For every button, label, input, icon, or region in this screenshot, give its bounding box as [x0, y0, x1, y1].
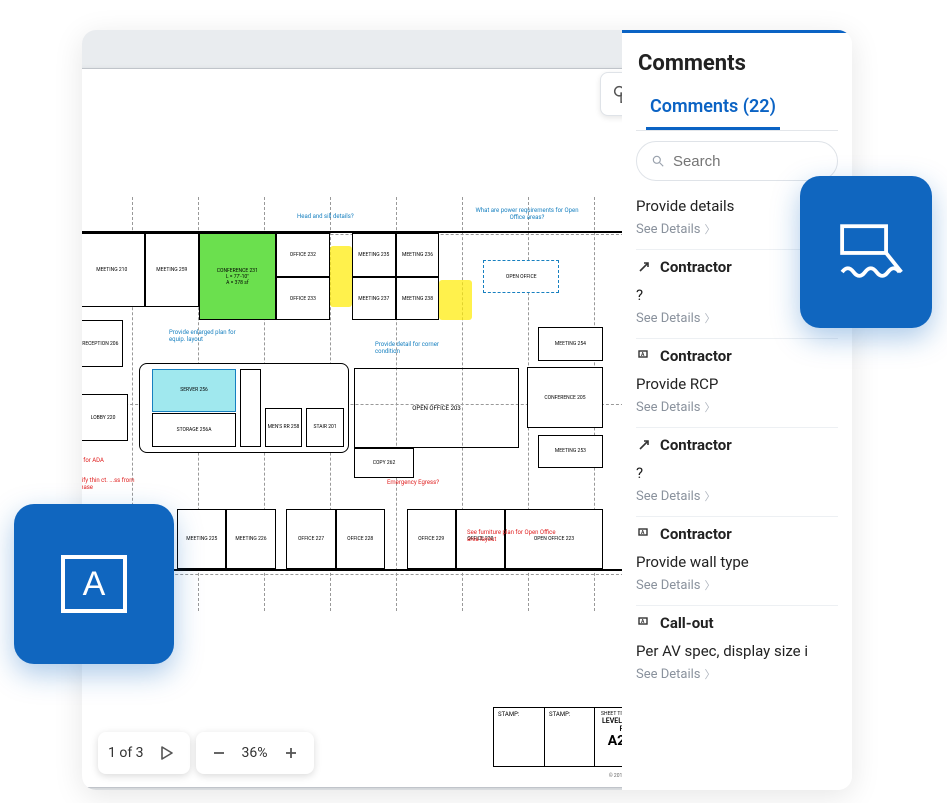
- room-label: CONFERENCE 231: [217, 268, 258, 274]
- chevron-right-icon: 〉: [705, 577, 716, 593]
- room-office-232: OFFICE 232: [276, 233, 331, 277]
- search-icon: [651, 153, 665, 169]
- markup-icon: [823, 209, 909, 295]
- comment-message: Provide RCP: [636, 365, 838, 393]
- room-meeting-259: MEETING 259: [145, 233, 200, 307]
- room-office-227: OFFICE 227: [286, 509, 335, 569]
- room-meeting-253: MEETING 253: [538, 435, 604, 469]
- text-tool-tile[interactable]: A: [14, 504, 174, 664]
- svg-text:A: A: [83, 565, 106, 603]
- room-open-office-203: OPEN OFFICE 203: [354, 368, 519, 448]
- zoom-in-button[interactable]: [278, 740, 304, 766]
- annotation-equip: Provide enlarged plan for equip. layout: [169, 329, 239, 343]
- zoom-level: 36%: [242, 745, 268, 761]
- room-meeting-226: MEETING 226: [226, 509, 275, 569]
- callout-icon: A: [636, 348, 652, 364]
- room-open-office-cloud: OPEN OFFICE: [483, 260, 559, 294]
- group-label: Call-out: [660, 614, 714, 632]
- drawing-sheet: MEETING 210 MEETING 259 CONFERENCE 231 L…: [82, 68, 682, 788]
- annotation-power: What are power requirements for Open Off…: [467, 207, 587, 221]
- see-details-link[interactable]: See Details〉: [636, 660, 838, 694]
- titleblock-stamp: STAMP:: [544, 708, 594, 766]
- see-details-link[interactable]: See Details〉: [636, 482, 838, 516]
- comment-group-header[interactable]: Contractor: [636, 428, 838, 454]
- room-conference-205: CONFERENCE 205: [527, 367, 603, 427]
- room-copy: COPY 262: [354, 448, 414, 478]
- drawing-viewer[interactable]: MEETING 210 MEETING 259 CONFERENCE 231 L…: [82, 30, 622, 790]
- play-icon: [160, 746, 174, 760]
- room-meeting-238: MEETING 238: [396, 277, 440, 321]
- room-office-229: OFFICE 229: [407, 509, 456, 569]
- room-storage: STORAGE 256A: [152, 413, 235, 446]
- room-office-228: OFFICE 228: [336, 509, 385, 569]
- tab-comments[interactable]: Comments (22): [646, 90, 780, 130]
- group-label: Contractor: [660, 436, 732, 454]
- room-meeting-210: MEETING 210: [82, 233, 145, 307]
- annotation-ada: ... for ADA: [82, 457, 104, 464]
- room-stair: STAIR 201: [306, 408, 343, 447]
- room-reception: RECEPTION 206: [82, 320, 123, 367]
- see-details-link[interactable]: See Details〉: [636, 393, 838, 427]
- app-card: MEETING 210 MEETING 259 CONFERENCE 231 L…: [82, 30, 852, 790]
- plus-icon: [284, 746, 298, 760]
- room-mens-rr: MEN'S RR 258: [265, 408, 302, 447]
- group-label: Contractor: [660, 258, 732, 276]
- markup-tool-tile[interactable]: [800, 176, 932, 328]
- chevron-right-icon: 〉: [705, 399, 716, 415]
- room-lobby: LOBBY 220: [82, 394, 128, 441]
- next-page-button[interactable]: [154, 740, 180, 766]
- annotation-chase: ...ify thin ct. ...ss from chase: [82, 477, 137, 491]
- room-meeting-236: MEETING 236: [396, 233, 440, 277]
- room-office-233: OFFICE 233: [276, 277, 331, 321]
- arrow-icon: [636, 259, 652, 275]
- comments-tabbar: Comments (22): [636, 90, 838, 131]
- chevron-right-icon: 〉: [705, 488, 716, 504]
- search-input[interactable]: [673, 153, 823, 170]
- highlight-markup: [439, 280, 472, 320]
- room-meeting-225: MEETING 225: [177, 509, 226, 569]
- room-conference-231: CONFERENCE 231 L = 77'-10" A = 378 sf: [199, 233, 275, 320]
- page-nav-pill: 1 of 3: [98, 732, 190, 774]
- room-area: A = 378 sf: [217, 280, 258, 286]
- annotation-furniture: See furniture plan for Open Office area …: [467, 529, 557, 543]
- room-server: SERVER 256: [152, 369, 235, 411]
- comments-panel: Comments Comments (22) Provide details S…: [622, 30, 852, 790]
- group-label: Contractor: [660, 347, 732, 365]
- zoom-out-button[interactable]: [206, 740, 232, 766]
- see-details-link[interactable]: See Details〉: [636, 571, 838, 605]
- comments-title: Comments: [638, 51, 838, 76]
- minus-icon: [212, 746, 226, 760]
- annotation-egress: Emergency Egress?: [387, 479, 439, 486]
- annotation-corner: Provide detail for corner condition: [375, 341, 445, 355]
- room-corridor: [240, 369, 261, 446]
- comment-group-header[interactable]: A Contractor: [636, 339, 838, 365]
- comment-group-header[interactable]: A Contractor: [636, 517, 838, 543]
- callout-icon: A: [636, 615, 652, 631]
- chevron-right-icon: 〉: [705, 221, 716, 237]
- comment-message: Per AV spec, display size i: [636, 632, 838, 660]
- arrow-icon: [636, 437, 652, 453]
- building-core: SERVER 256 STORAGE 256A MEN'S RR 258 STA…: [139, 363, 349, 453]
- page-indicator: 1 of 3: [108, 745, 144, 761]
- group-label: Contractor: [660, 525, 732, 543]
- page-toolbar: 1 of 3 36%: [98, 732, 314, 774]
- titleblock-stamp: STAMP:: [494, 708, 544, 766]
- comments-search[interactable]: [636, 141, 838, 181]
- room-meeting-254: MEETING 254: [538, 327, 604, 361]
- room-meeting-237: MEETING 237: [352, 277, 396, 321]
- chevron-right-icon: 〉: [705, 310, 716, 326]
- comment-message: Provide wall type: [636, 543, 838, 571]
- chevron-right-icon: 〉: [705, 666, 716, 682]
- highlight-markup: [330, 246, 352, 306]
- textbox-icon: A: [55, 545, 133, 623]
- annotation-head-sill: Head and sill details?: [297, 213, 354, 220]
- callout-icon: A: [636, 526, 652, 542]
- zoom-pill: 36%: [196, 732, 314, 774]
- room-meeting-235: MEETING 235: [352, 233, 396, 277]
- comment-message: ?: [636, 454, 838, 482]
- comment-group-header[interactable]: A Call-out: [636, 606, 838, 632]
